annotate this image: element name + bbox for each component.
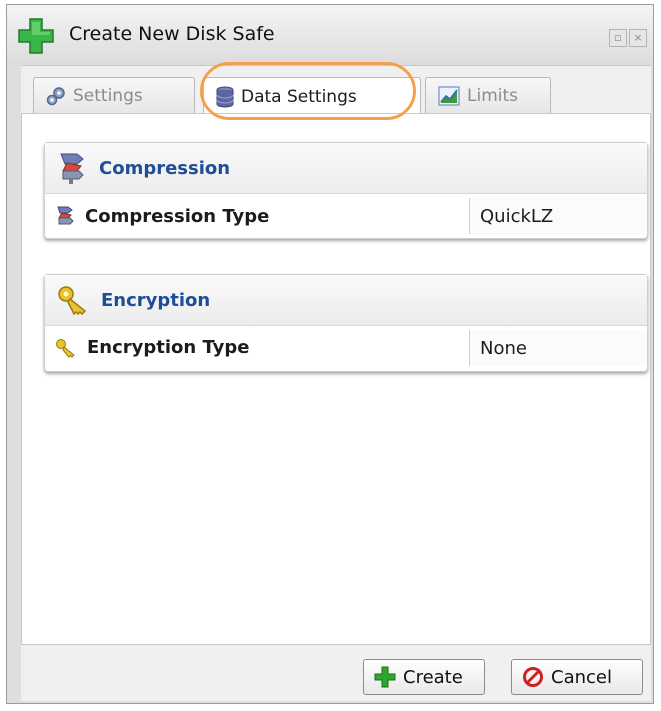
encryption-type-row: Encryption Type None: [45, 326, 647, 372]
compression-header: Compression: [45, 143, 647, 194]
tab-content-panel: Compression Compression Type QuickLZ Enc…: [21, 113, 651, 645]
window-controls: ▫ ×: [609, 29, 647, 47]
title-bar[interactable]: Create New Disk Safe ▫ ×: [7, 5, 653, 65]
green-plus-icon: [374, 666, 396, 688]
encryption-type-label-wrap: Encryption Type: [55, 337, 249, 358]
key-small-icon: [56, 338, 75, 358]
compression-type-label-wrap: Compression Type: [55, 205, 269, 227]
close-icon[interactable]: ×: [629, 29, 647, 47]
compression-title: Compression: [99, 157, 231, 179]
tab-settings[interactable]: Settings: [33, 77, 195, 114]
compression-type-label: Compression Type: [85, 205, 270, 227]
gears-icon: [46, 87, 65, 106]
create-disk-safe-dialog: Create New Disk Safe ▫ × Settings Data S…: [6, 4, 654, 704]
green-plus-icon: [18, 18, 54, 54]
encryption-group: Encryption Encryption Type None: [44, 274, 648, 372]
dialog-title: Create New Disk Safe: [69, 23, 275, 45]
cancel-icon: [523, 667, 543, 687]
compression-group: Compression Compression Type QuickLZ: [44, 142, 648, 239]
encryption-header: Encryption: [45, 275, 647, 326]
create-button[interactable]: Create: [363, 659, 485, 695]
chart-icon: [438, 86, 460, 106]
tab-limits[interactable]: Limits: [425, 77, 551, 114]
encryption-type-label: Encryption Type: [87, 337, 250, 358]
database-icon: [216, 86, 234, 108]
tab-limits-label: Limits: [467, 86, 518, 106]
encryption-type-value[interactable]: None: [469, 330, 645, 366]
compression-type-row: Compression Type QuickLZ: [45, 194, 647, 240]
create-button-label: Create: [403, 666, 463, 688]
compression-icon: [60, 153, 84, 184]
encryption-title: Encryption: [101, 289, 211, 311]
cancel-button-label: Cancel: [551, 666, 612, 688]
compression-small-icon: [57, 206, 74, 225]
cancel-button[interactable]: Cancel: [511, 659, 643, 695]
restore-icon[interactable]: ▫: [609, 29, 627, 47]
key-icon: [58, 286, 87, 315]
button-bar: Create Cancel: [21, 645, 651, 701]
tab-data-settings-label: Data Settings: [241, 86, 357, 107]
tab-bar: Settings Data Settings Limits: [21, 65, 651, 115]
tab-settings-label: Settings: [73, 86, 143, 106]
tab-data-settings[interactable]: Data Settings: [203, 77, 421, 115]
compression-type-value[interactable]: QuickLZ: [469, 198, 645, 234]
